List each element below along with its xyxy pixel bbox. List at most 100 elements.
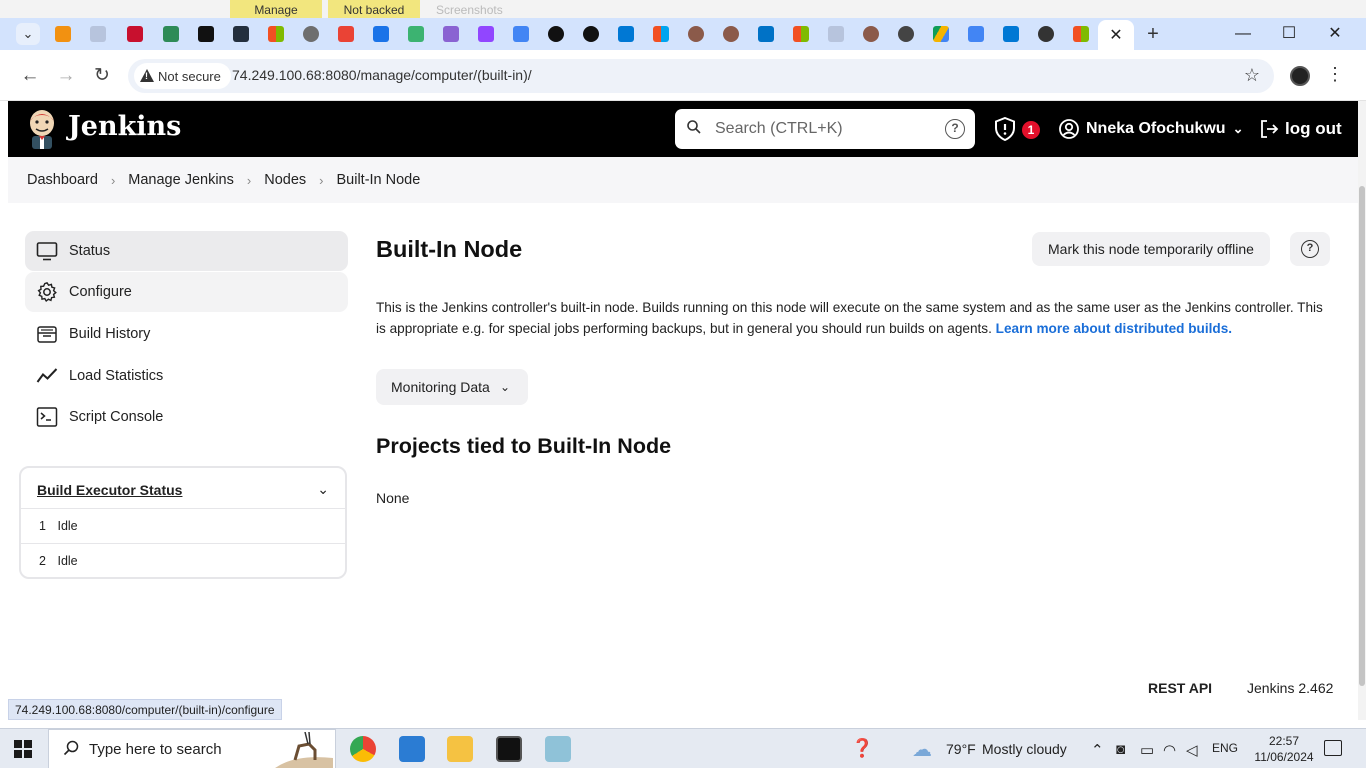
terminal-taskbar-icon[interactable] bbox=[496, 736, 522, 762]
tab-favicon-dash-icon[interactable] bbox=[828, 26, 844, 42]
bookmark-star-icon[interactable]: ☆ bbox=[1244, 65, 1260, 86]
tab-favicon-microsoft-icon[interactable] bbox=[268, 26, 284, 42]
tab-favicon-avatar-icon[interactable] bbox=[723, 26, 739, 42]
tab-favicon-globe-icon[interactable] bbox=[303, 26, 319, 42]
site-info-chip[interactable]: Not secure bbox=[134, 63, 231, 89]
language-indicator[interactable]: ENG bbox=[1212, 741, 1238, 755]
tab-favicon-microsoft-icon[interactable] bbox=[793, 26, 809, 42]
user-menu[interactable]: Nneka Ofochukwu ⌄ bbox=[1059, 117, 1243, 141]
sidebar-item-status[interactable]: Status bbox=[25, 231, 348, 271]
tab-favicon-chart-icon[interactable] bbox=[198, 26, 214, 42]
help-tray-icon[interactable]: ❓ bbox=[851, 738, 873, 759]
tab-favicon-avatar-icon[interactable] bbox=[863, 26, 879, 42]
tab-favicon-green-icon[interactable] bbox=[163, 26, 179, 42]
tab-favicon-microsoft-icon[interactable] bbox=[653, 26, 669, 42]
breadcrumb-manage-jenkins[interactable]: Manage Jenkins bbox=[128, 172, 234, 188]
weather-cloud-icon[interactable]: ☁ bbox=[912, 737, 932, 762]
tab-search-button[interactable]: ⌄ bbox=[16, 23, 40, 45]
jenkins-brand-title[interactable]: Jenkins bbox=[68, 111, 181, 142]
background-tab-screenshots[interactable]: Screenshots bbox=[428, 0, 511, 18]
chevron-down-icon[interactable]: ⌄ bbox=[1233, 121, 1244, 137]
sidebar-item-script-console[interactable]: Script Console bbox=[25, 397, 348, 437]
security-alerts-button[interactable]: 1 bbox=[994, 117, 1054, 141]
logout-label[interactable]: log out bbox=[1285, 119, 1342, 139]
url-text[interactable]: 74.249.100.68:8080/manage/computer/(buil… bbox=[232, 67, 532, 83]
camera-tray-icon[interactable]: ◙ bbox=[1116, 741, 1125, 758]
mark-offline-button[interactable]: Mark this node temporarily offline bbox=[1032, 232, 1270, 266]
tab-favicon-cube-icon[interactable] bbox=[55, 26, 71, 42]
breadcrumb-built-in-node[interactable]: Built-In Node bbox=[336, 172, 420, 188]
address-bar[interactable]: Not secure 74.249.100.68:8080/manage/com… bbox=[128, 59, 1274, 93]
breadcrumb-nodes[interactable]: Nodes bbox=[264, 172, 306, 188]
scrollbar-thumb[interactable] bbox=[1359, 186, 1365, 686]
wifi-icon[interactable]: ◠ bbox=[1163, 741, 1176, 759]
tab-favicon-docs-icon[interactable] bbox=[513, 26, 529, 42]
executor-panel-title[interactable]: Build Executor Status bbox=[37, 482, 182, 498]
chevron-up-icon[interactable]: ⌃ bbox=[1091, 741, 1104, 759]
logout-link[interactable]: log out bbox=[1259, 117, 1342, 141]
notification-icon[interactable] bbox=[1324, 740, 1342, 756]
taskbar-search[interactable]: Type here to search bbox=[48, 729, 336, 768]
help-button[interactable]: ? bbox=[1290, 232, 1330, 266]
minimize-button[interactable]: — bbox=[1231, 23, 1255, 45]
chrome-taskbar-icon[interactable] bbox=[350, 736, 376, 762]
rest-api-link[interactable]: REST API bbox=[1148, 680, 1212, 696]
learn-more-link[interactable]: Learn more about distributed builds. bbox=[996, 321, 1232, 336]
tab-favicon-gmail-icon[interactable] bbox=[338, 26, 354, 42]
tab-favicon-chrome-icon[interactable] bbox=[898, 26, 914, 42]
background-tab-not-backed-up[interactable]: Not backed up bbox=[328, 0, 420, 37]
search-box[interactable]: ? bbox=[675, 109, 975, 149]
tab-favicon-azure-icon[interactable] bbox=[618, 26, 634, 42]
active-tab[interactable]: ✕ bbox=[1098, 20, 1134, 50]
weather-condition[interactable]: Mostly cloudy bbox=[982, 741, 1067, 757]
tab-favicon-aws-icon[interactable] bbox=[233, 26, 249, 42]
reload-button[interactable]: ↻ bbox=[90, 64, 114, 88]
forward-button[interactable]: → bbox=[54, 64, 78, 88]
monitoring-data-button[interactable]: Monitoring Data ⌄ bbox=[376, 369, 528, 405]
profile-avatar[interactable] bbox=[1290, 66, 1310, 86]
tab-favicon-microsoft-icon[interactable] bbox=[1073, 26, 1089, 42]
tab-favicon-github-icon[interactable] bbox=[583, 26, 599, 42]
close-window-button[interactable]: ✕ bbox=[1323, 23, 1347, 45]
taskbar-clock[interactable]: 22:57 11/06/2024 bbox=[1254, 733, 1314, 765]
tab-favicon-drive-icon[interactable] bbox=[933, 26, 949, 42]
sidebar-item-build-history[interactable]: Build History bbox=[25, 314, 348, 354]
browser-menu-icon[interactable]: ⋮ bbox=[1326, 64, 1344, 85]
windows-start-button[interactable] bbox=[14, 740, 32, 758]
battery-icon[interactable]: ▭ bbox=[1140, 741, 1154, 759]
tab-favicon-openai-icon[interactable] bbox=[1038, 26, 1054, 42]
tab-favicon-docs-icon[interactable] bbox=[968, 26, 984, 42]
maximize-button[interactable]: ☐ bbox=[1277, 23, 1301, 45]
jenkins-logo-icon[interactable] bbox=[26, 109, 58, 149]
tab-favicon-diamond-icon[interactable] bbox=[373, 26, 389, 42]
breadcrumb-dashboard[interactable]: Dashboard bbox=[27, 172, 98, 188]
search-help-icon[interactable]: ? bbox=[945, 119, 965, 139]
page-scrollbar[interactable] bbox=[1358, 101, 1366, 720]
new-tab-button[interactable]: + bbox=[1142, 24, 1164, 46]
close-tab-icon[interactable]: ✕ bbox=[1109, 25, 1122, 45]
tab-favicon-box-icon[interactable] bbox=[443, 26, 459, 42]
file-explorer-taskbar-icon[interactable] bbox=[447, 736, 473, 762]
weather-temperature[interactable]: 79°F bbox=[946, 741, 976, 757]
tab-favicon-avatar-icon[interactable] bbox=[688, 26, 704, 42]
tab-favicon-dash-icon[interactable] bbox=[90, 26, 106, 42]
jenkins-version[interactable]: Jenkins 2.462 bbox=[1247, 680, 1333, 696]
node-description: This is the Jenkins controller's built-i… bbox=[376, 297, 1326, 339]
tab-favicon-github-icon[interactable] bbox=[548, 26, 564, 42]
tab-favicon-outlook-icon[interactable] bbox=[758, 26, 774, 42]
user-name[interactable]: Nneka Ofochukwu bbox=[1086, 120, 1226, 138]
sidebar-item-configure[interactable]: Configure bbox=[25, 272, 348, 312]
photos-taskbar-icon[interactable] bbox=[399, 736, 425, 762]
tab-favicon-bug-icon[interactable] bbox=[408, 26, 424, 42]
background-tab-manage[interactable]: Manage bbox=[230, 0, 322, 18]
tab-favicon-azure-icon[interactable] bbox=[1003, 26, 1019, 42]
tab-favicon-twitch-icon[interactable] bbox=[478, 26, 494, 42]
search-input[interactable] bbox=[715, 109, 935, 149]
tab-favicon-redhat-icon[interactable] bbox=[127, 26, 143, 42]
chevron-down-icon[interactable]: ⌄ bbox=[317, 481, 329, 498]
app-taskbar-icon[interactable] bbox=[545, 736, 571, 762]
sidebar-item-load-statistics[interactable]: Load Statistics bbox=[25, 356, 348, 396]
volume-icon[interactable]: ◁ bbox=[1186, 741, 1198, 759]
browser-toolbar: ← → ↻ Not secure 74.249.100.68:8080/mana… bbox=[0, 50, 1366, 101]
back-button[interactable]: ← bbox=[18, 64, 42, 88]
